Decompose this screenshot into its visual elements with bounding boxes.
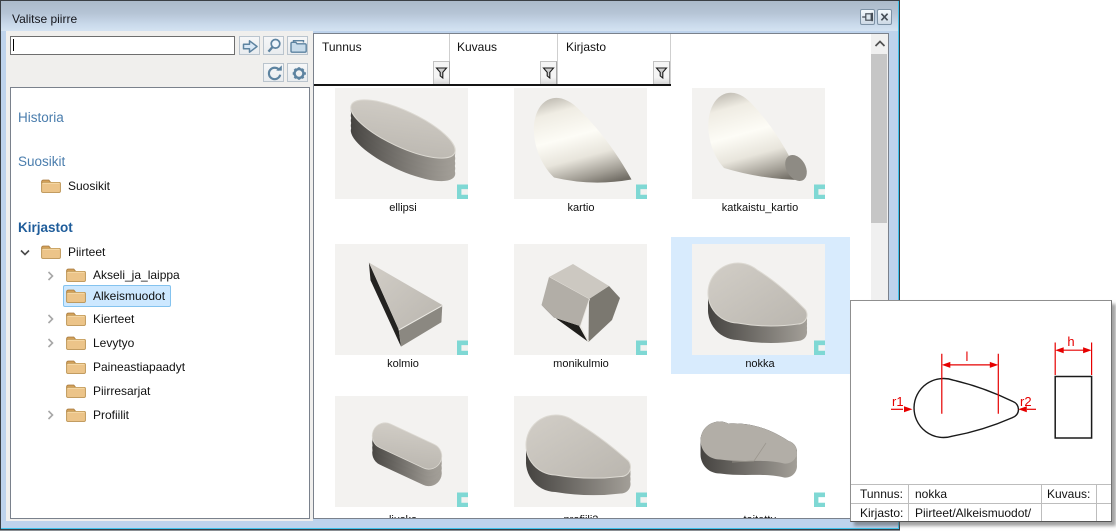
svg-text:r1: r1 bbox=[892, 394, 904, 409]
svg-text:h: h bbox=[1067, 334, 1074, 349]
svg-text:r2: r2 bbox=[1020, 394, 1032, 409]
svg-text:l: l bbox=[966, 349, 969, 364]
